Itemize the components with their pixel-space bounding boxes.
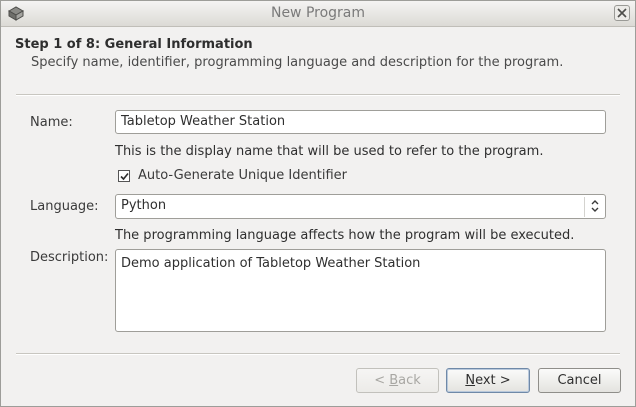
checkmark-icon [120, 172, 129, 181]
wizard-header: Step 1 of 8: General Information Specify… [1, 27, 635, 89]
back-button[interactable]: < Back [356, 368, 439, 393]
header-separator [16, 94, 620, 96]
title-bar[interactable]: New Program [1, 1, 635, 27]
next-button-mnemonic: N [465, 373, 476, 388]
back-button-rest: ack [398, 373, 421, 388]
name-label: Name: [30, 115, 73, 130]
new-program-dialog: New Program Step 1 of 8: General Informa… [0, 0, 636, 407]
up-down-arrows-icon [589, 198, 601, 214]
next-button-rest: ext > [475, 373, 511, 388]
step-description: Specify name, identifier, programming la… [31, 55, 564, 70]
language-select[interactable]: Python [115, 194, 606, 219]
auto-id-label[interactable]: Auto-Generate Unique Identifier [138, 168, 347, 183]
language-label: Language: [30, 199, 99, 214]
step-title: Step 1 of 8: General Information [15, 37, 253, 52]
name-hint: This is the display name that will be us… [115, 144, 544, 159]
back-button-mnemonic: B [389, 373, 399, 388]
next-button[interactable]: Next > [446, 368, 530, 393]
back-button-prefix: < [374, 373, 390, 388]
description-textarea[interactable]: Demo application of Tabletop Weather Sta… [115, 249, 606, 332]
language-select-value: Python [121, 198, 167, 213]
window-title: New Program [270, 5, 366, 21]
select-divider [584, 197, 585, 217]
description-label: Description: [30, 250, 109, 265]
auto-id-checkbox[interactable] [118, 170, 130, 182]
close-button[interactable] [614, 5, 630, 21]
name-input[interactable]: Tabletop Weather Station [115, 110, 606, 134]
close-icon [617, 8, 627, 18]
footer-separator [16, 353, 620, 355]
cancel-button[interactable]: Cancel [538, 368, 621, 393]
language-hint: The programming language affects how the… [115, 228, 575, 243]
